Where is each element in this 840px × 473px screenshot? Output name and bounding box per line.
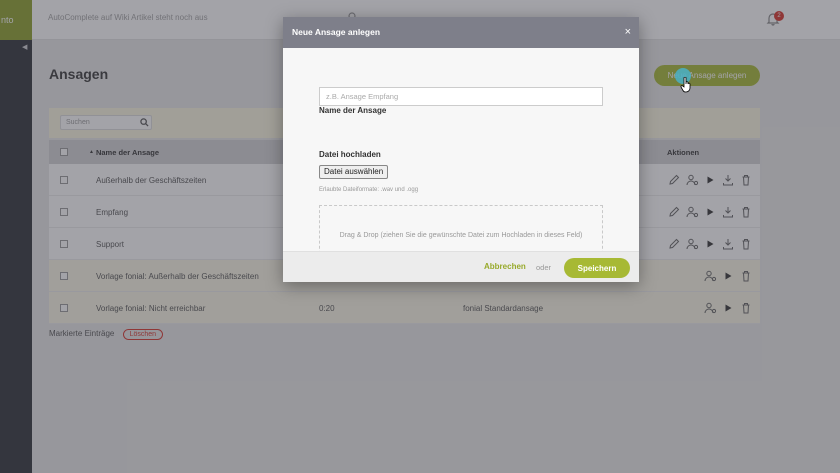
dialog-body: Name der Ansage Datei hochladen Datei au… (283, 48, 639, 264)
hand-cursor-icon (680, 77, 691, 93)
announcement-name-input[interactable] (319, 87, 603, 106)
upload-label: Datei hochladen (319, 150, 381, 159)
save-button[interactable]: Speichern (564, 258, 630, 278)
name-label: Name der Ansage (319, 106, 387, 115)
dialog-footer: Abbrechen oder Speichern (283, 251, 639, 282)
close-icon[interactable]: × (625, 17, 631, 48)
choose-file-button[interactable]: Datei auswählen (319, 165, 389, 179)
cancel-button[interactable]: Abbrechen (484, 262, 526, 271)
allowed-formats-hint: Erlaubte Dateiformate: .wav und .ogg (319, 187, 419, 193)
new-announcement-dialog: Neue Ansage anlegen × Name der Ansage Da… (283, 17, 639, 282)
dialog-title: Neue Ansage anlegen (292, 27, 381, 37)
dialog-header: Neue Ansage anlegen × (283, 17, 639, 48)
or-separator: oder (536, 263, 552, 272)
